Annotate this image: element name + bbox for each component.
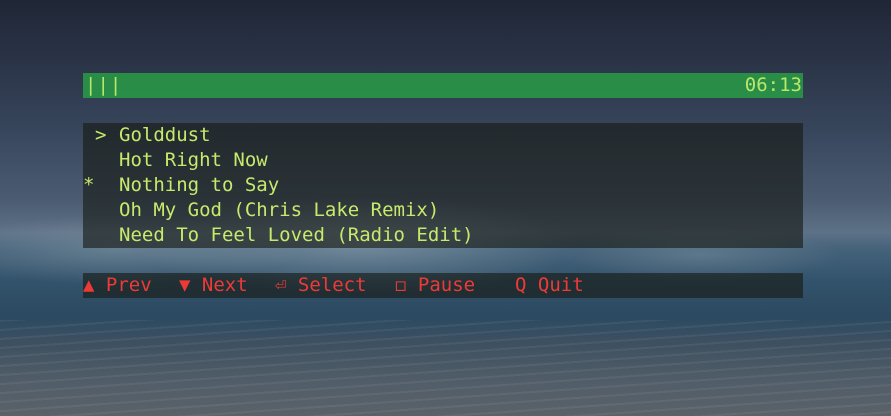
track-title: Nothing to Say <box>119 174 280 196</box>
keybinding-bar: ▲ Prev ▼ Next ⏎ Select ◻ Pause Q Quit <box>83 273 803 298</box>
track-title: Golddust <box>119 124 211 146</box>
track-title: Need To Feel Loved (Radio Edit) <box>119 224 474 246</box>
now-playing-marker: * <box>83 174 95 196</box>
select-key-hint[interactable]: ⏎ Select <box>275 273 367 298</box>
track-list: > Golddust Hot Right Now * Nothing to Sa… <box>83 123 803 248</box>
track-title: Hot Right Now <box>119 149 268 171</box>
background-waves <box>0 320 891 416</box>
status-bar: ||| 06:13 <box>83 73 803 98</box>
quit-key-hint[interactable]: Q Quit <box>515 273 584 298</box>
track-title: Oh My God (Chris Lake Remix) <box>119 199 440 221</box>
pause-key-hint[interactable]: ◻ Pause <box>395 273 475 298</box>
elapsed-time: 06:13 <box>744 74 802 96</box>
progress-indicator: ||| <box>85 74 123 96</box>
next-key-hint[interactable]: ▼ Next <box>179 273 248 298</box>
prev-key-hint[interactable]: ▲ Prev <box>83 273 152 298</box>
